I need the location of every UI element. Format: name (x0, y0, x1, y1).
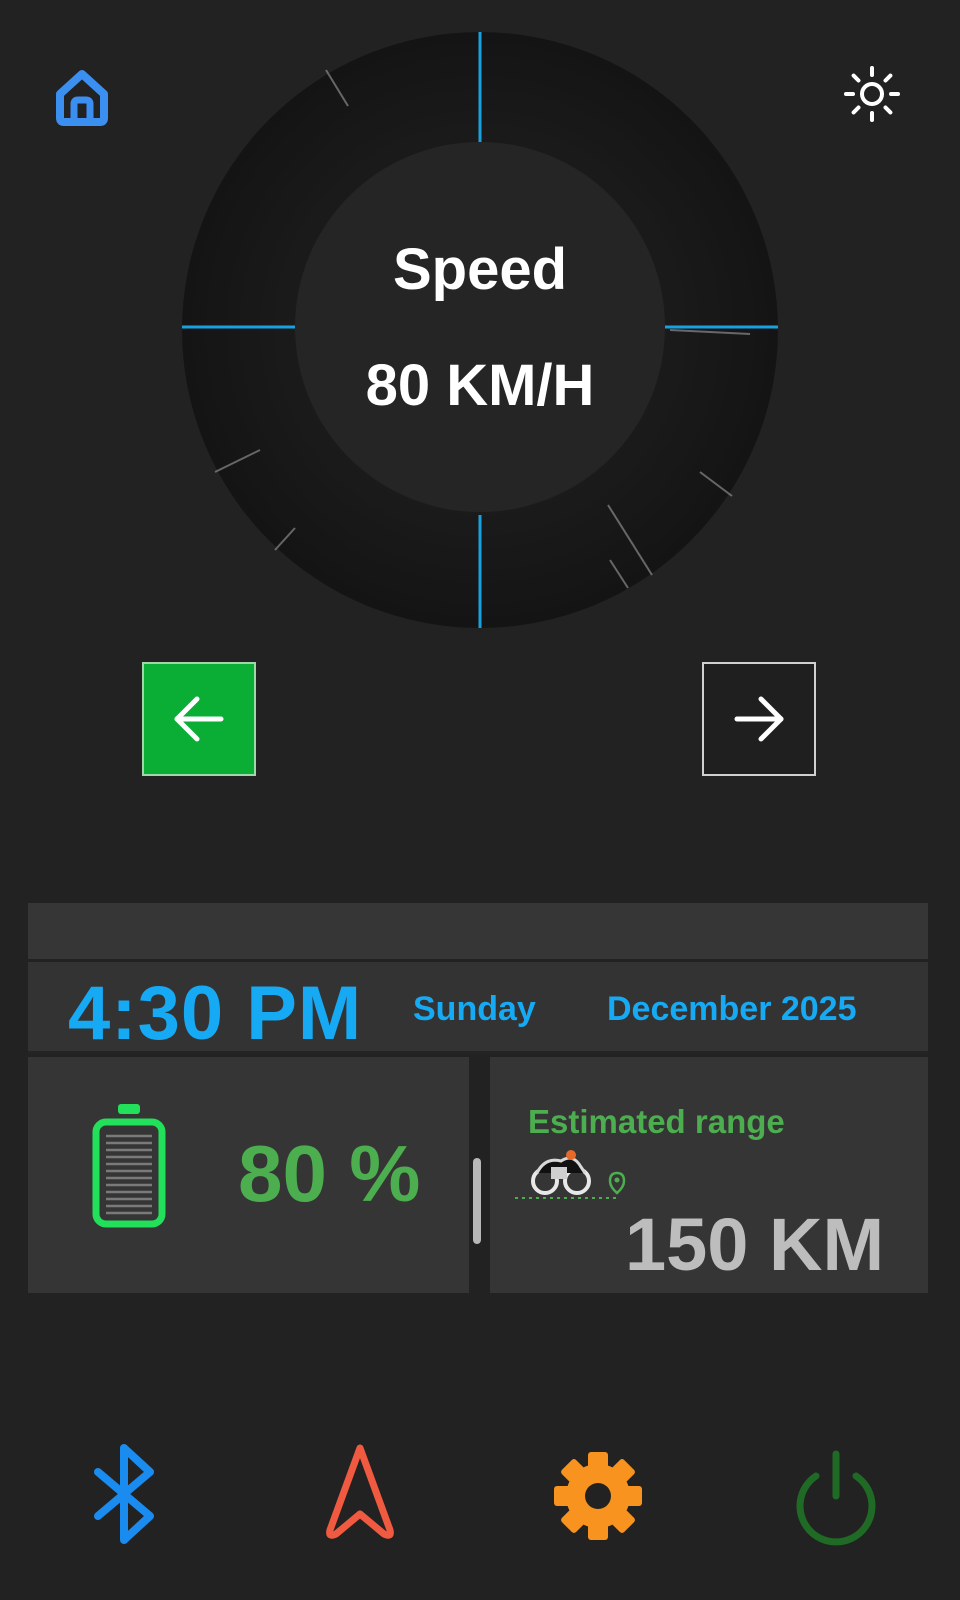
turn-left-button[interactable] (142, 662, 256, 776)
clock-time: 4:30 PM (68, 971, 363, 1056)
navigation-arrow-icon (326, 1444, 394, 1539)
speed-value: 80 KM/H (365, 353, 595, 418)
home-icon (56, 70, 108, 126)
motorcycle-icon (515, 1150, 626, 1199)
bluetooth-button[interactable] (74, 1440, 174, 1550)
battery-percentage: 80 % (238, 1129, 421, 1218)
home-button[interactable] (52, 64, 112, 128)
battery-icon (92, 1104, 166, 1228)
clock-date: December 2025 (607, 990, 857, 1028)
sun-icon (844, 66, 900, 122)
gauge-inner-disc (295, 142, 665, 512)
arrow-right-icon (734, 696, 784, 742)
power-button[interactable] (786, 1440, 886, 1550)
settings-button[interactable] (548, 1440, 648, 1550)
panel-divider-handle[interactable] (473, 1158, 481, 1244)
arrow-left-icon (174, 696, 224, 742)
range-value: 150 KM (625, 1203, 885, 1286)
clock-day: Sunday (413, 990, 536, 1028)
brightness-button[interactable] (842, 64, 902, 124)
gear-icon (554, 1452, 642, 1540)
navigation-button[interactable] (310, 1440, 410, 1550)
power-icon (796, 1450, 876, 1546)
info-panel-header (28, 903, 928, 959)
range-label: Estimated range (528, 1103, 785, 1140)
speed-label: Speed (392, 237, 568, 302)
bluetooth-icon (94, 1444, 154, 1544)
speed-gauge (182, 32, 778, 628)
turn-right-button[interactable] (702, 662, 816, 776)
